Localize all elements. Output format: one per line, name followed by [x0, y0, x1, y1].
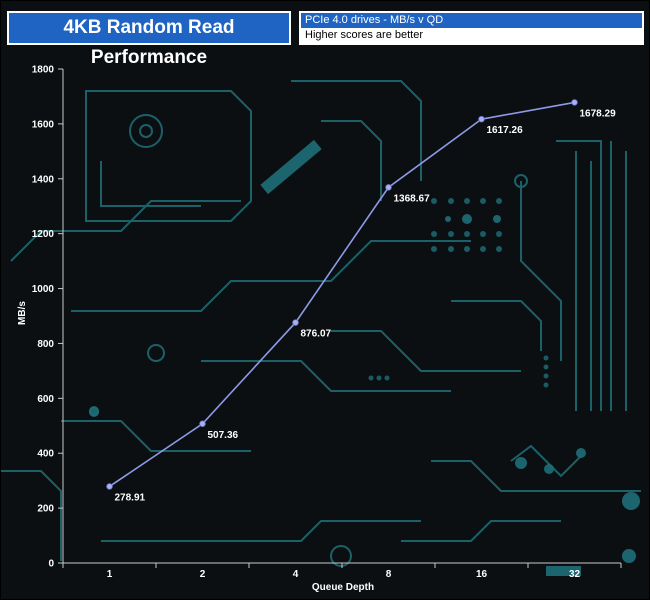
x-tick-labels: 1 2 4 8 16 32 — [107, 569, 581, 580]
x-tick-label: 32 — [569, 569, 581, 580]
y-axis-title: MB/s — [17, 301, 28, 325]
x-tick-label: 8 — [386, 569, 392, 580]
data-label: 278.91 — [115, 492, 146, 503]
data-point — [571, 99, 578, 106]
x-tick-label: 1 — [107, 569, 113, 580]
data-point — [199, 420, 206, 427]
y-tick-label: 200 — [37, 504, 54, 515]
series-group — [106, 99, 578, 490]
data-point — [292, 319, 299, 326]
y-tick-label: 600 — [37, 394, 54, 405]
data-point — [385, 184, 392, 191]
data-label: 1617.26 — [487, 125, 524, 136]
chart-frame: 4KB Random Read Performance PCIe 4.0 dri… — [0, 0, 650, 600]
y-tick-label: 1400 — [32, 174, 55, 185]
data-label: 1678.29 — [580, 108, 617, 119]
line-chart: 0 200 400 600 800 1000 1200 1400 1600 1800 1 2 4 8 16… — [17, 65, 622, 593]
y-tick-label: 1200 — [32, 229, 55, 240]
y-tick-labels: 0 200 400 600 800 1000 1200 1400 1600 1800 — [32, 65, 55, 570]
y-tick-label: 800 — [37, 339, 54, 350]
x-tick-label: 2 — [200, 569, 206, 580]
data-label: 876.07 — [301, 329, 332, 340]
y-tick-label: 1600 — [32, 119, 55, 130]
y-tick-label: 1800 — [32, 65, 55, 76]
data-labels: 278.91 507.36 876.07 1368.67 1617.26 1678.29 — [115, 108, 617, 503]
x-tick-label: 16 — [476, 569, 488, 580]
data-point — [478, 115, 485, 123]
series-line — [109, 101, 575, 488]
x-axis-title: Queue Depth — [312, 582, 374, 593]
data-point — [106, 483, 113, 490]
y-tick-label: 0 — [48, 559, 54, 570]
data-label: 1368.67 — [394, 193, 431, 204]
x-tick-label: 4 — [293, 569, 299, 580]
data-label: 507.36 — [208, 430, 239, 441]
y-tick-label: 400 — [37, 449, 54, 460]
y-tick-label: 1000 — [32, 284, 55, 295]
